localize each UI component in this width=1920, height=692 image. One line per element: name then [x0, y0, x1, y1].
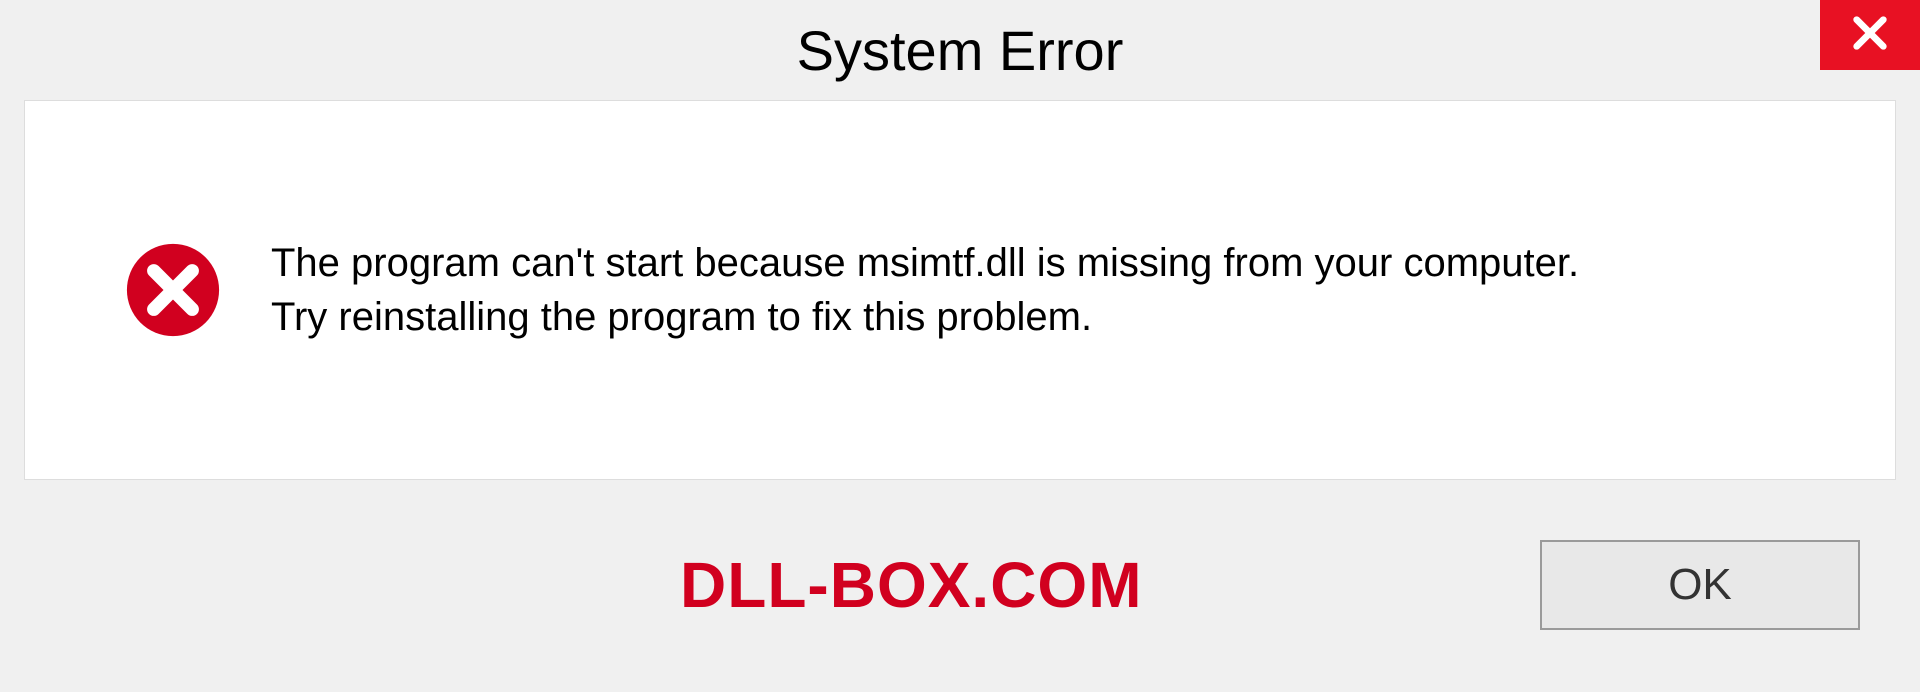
- watermark-text: DLL-BOX.COM: [60, 548, 1143, 622]
- footer: DLL-BOX.COM OK: [0, 480, 1920, 630]
- close-button[interactable]: [1820, 0, 1920, 70]
- titlebar: System Error: [0, 0, 1920, 100]
- ok-button[interactable]: OK: [1540, 540, 1860, 630]
- close-icon: [1850, 13, 1890, 58]
- error-icon: [125, 242, 221, 338]
- error-message: The program can't start because msimtf.d…: [271, 236, 1579, 344]
- error-message-line1: The program can't start because msimtf.d…: [271, 236, 1579, 290]
- dialog-title: System Error: [797, 18, 1124, 83]
- error-message-line2: Try reinstalling the program to fix this…: [271, 290, 1579, 344]
- content-panel: The program can't start because msimtf.d…: [24, 100, 1896, 480]
